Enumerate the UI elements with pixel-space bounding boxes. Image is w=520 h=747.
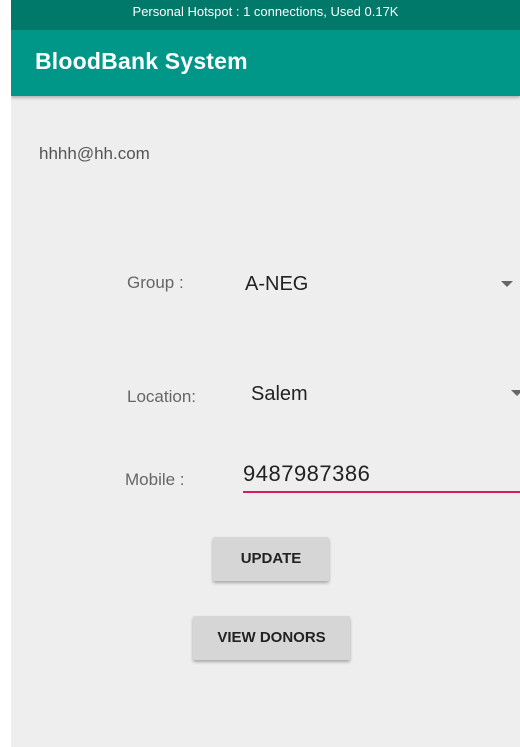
app-title: BloodBank System [35,48,248,74]
app-screen: Personal Hotspot : 1 connections, Used 0… [11,0,520,747]
user-email: hhhh@hh.com [39,144,150,163]
mobile-input[interactable]: 9487987386 [243,461,520,493]
location-spinner[interactable]: Salem [247,372,520,416]
caret-down-icon [511,390,520,396]
view-donors-button[interactable]: VIEW DONORS [193,616,350,660]
status-bar: Personal Hotspot : 1 connections, Used 0… [11,0,520,30]
status-bar-text: Personal Hotspot : 1 connections, Used 0… [132,4,399,19]
group-spinner-value: A-NEG [245,273,309,295]
group-label: Group : [127,273,184,292]
app-bar: BloodBank System [11,30,520,96]
mobile-label: Mobile : [125,470,185,489]
caret-down-icon [501,281,513,287]
location-label: Location: [127,387,196,406]
group-spinner[interactable]: A-NEG [241,262,520,306]
update-button[interactable]: UPDATE [213,537,329,581]
location-spinner-value: Salem [251,383,308,405]
